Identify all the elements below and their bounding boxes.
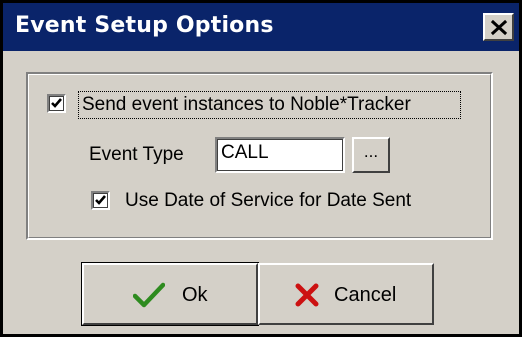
use-date-of-service-label[interactable]: Use Date of Service for Date Sent [125,189,411,213]
event-type-browse-button[interactable]: ... [352,137,390,173]
cancel-button-label: Cancel [334,284,397,306]
title-bar[interactable]: Event Setup Options [3,3,519,51]
event-type-label: Event Type [89,144,184,165]
use-date-of-service-checkbox[interactable] [91,191,110,210]
x-mark-icon [294,282,320,313]
event-type-input[interactable]: CALL [215,137,345,173]
cancel-button[interactable]: Cancel [258,263,434,325]
ok-button-label: Ok [182,284,208,306]
send-to-tracker-label[interactable]: Send event instances to Noble*Tracker [82,93,411,117]
checkmark-icon [132,282,166,313]
event-setup-dialog: Event Setup Options Send event instances… [0,0,522,337]
close-button[interactable] [483,13,514,41]
ok-button[interactable]: Ok [81,262,259,326]
window-title: Event Setup Options [15,13,274,38]
send-to-tracker-checkbox[interactable] [47,94,66,113]
